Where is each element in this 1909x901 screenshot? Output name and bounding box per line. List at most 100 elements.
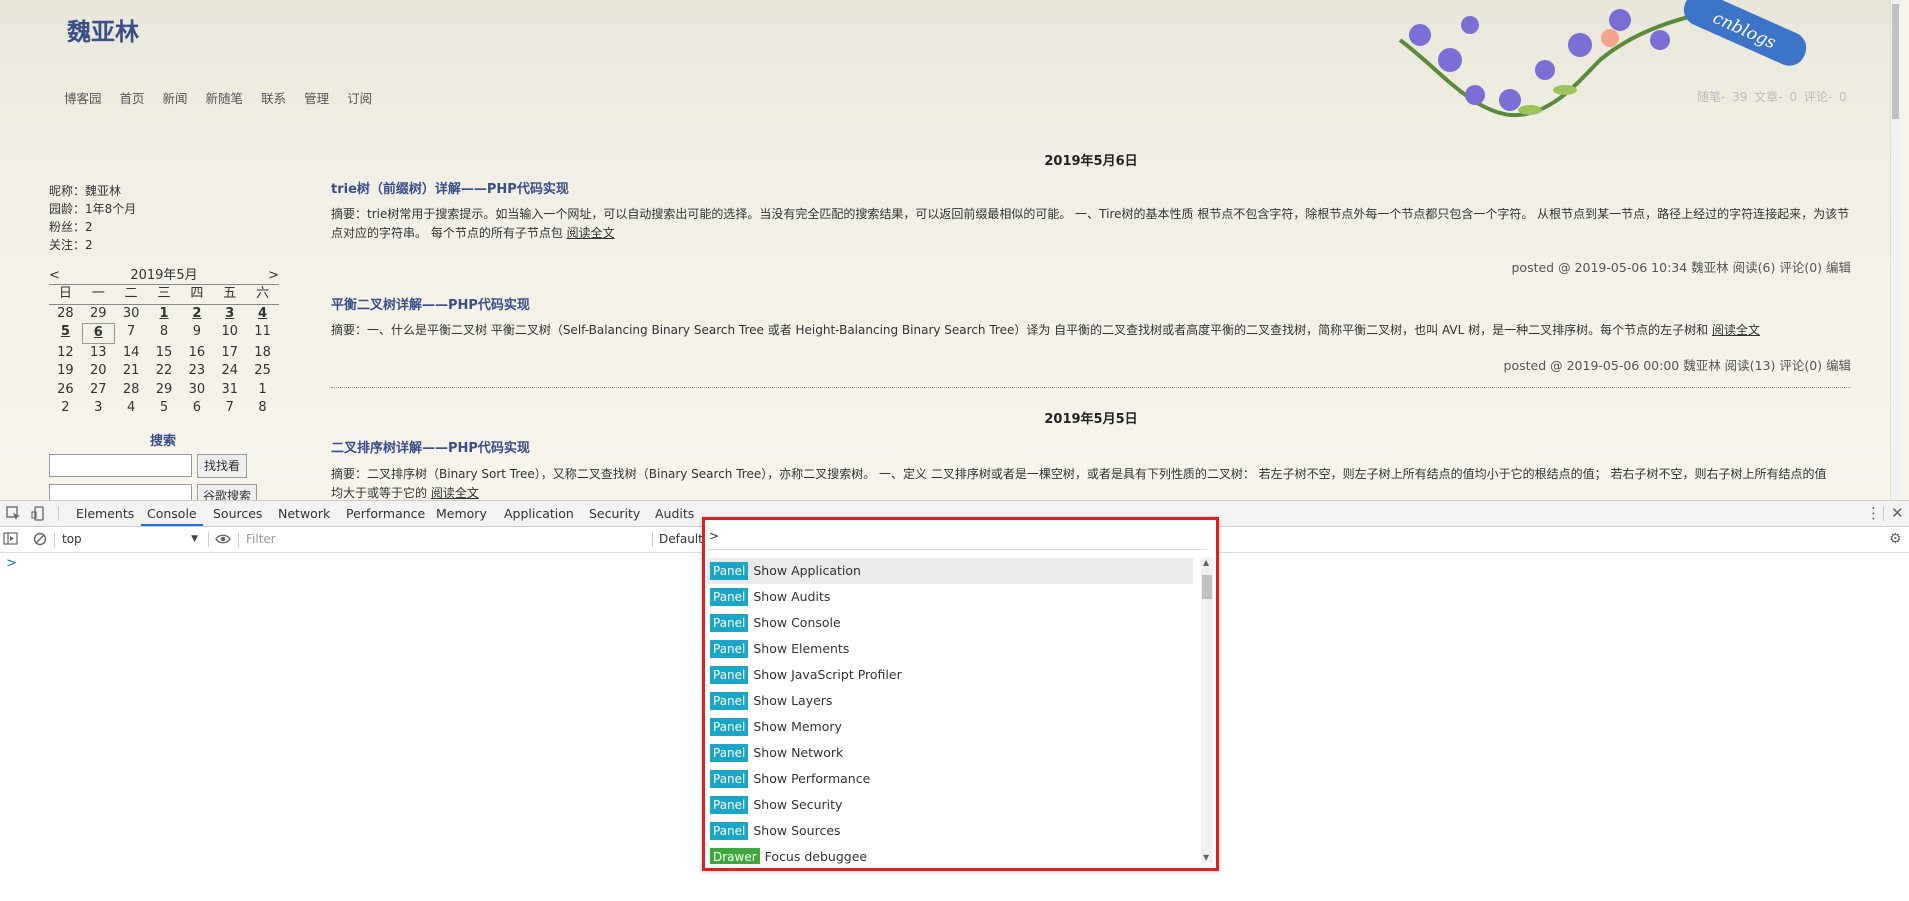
log-levels-dropdown[interactable]: Default [659, 530, 703, 548]
calendar-day: 27 [90, 381, 107, 397]
nav-home[interactable]: 首页 [120, 88, 145, 107]
nav-contact[interactable]: 联系 [261, 88, 286, 107]
command-item[interactable]: Panel Show Console [707, 610, 1193, 636]
calendar-prev-button[interactable]: < [49, 268, 60, 284]
command-item[interactable]: Panel Show Application [707, 558, 1193, 584]
read-more-link[interactable]: 阅读全文 [567, 226, 615, 240]
tab-application[interactable]: Application [498, 501, 580, 526]
command-item[interactable]: Panel Show Layers [707, 688, 1193, 714]
tab-network[interactable]: Network [272, 501, 336, 526]
calendar-weekday: 四 [180, 285, 214, 305]
command-item[interactable]: Panel Show Performance [707, 766, 1193, 792]
show-sidebar-icon[interactable] [3, 532, 18, 549]
command-label: Show Audits [753, 589, 831, 604]
tab-performance[interactable]: Performance [340, 501, 431, 526]
nav-new-post[interactable]: 新随笔 [206, 88, 244, 107]
calendar-weekday: 六 [246, 285, 279, 305]
scroll-down-arrow-icon[interactable]: ▼ [1203, 853, 1209, 862]
tab-security[interactable]: Security [583, 501, 646, 526]
profile-nickname: 昵称：魏亚林 [49, 184, 122, 198]
post-divider [331, 387, 1851, 388]
tab-audits[interactable]: Audits [649, 501, 700, 526]
search-title: 搜索 [150, 434, 177, 449]
search-button[interactable]: 找找看 [197, 454, 247, 478]
settings-gear-icon[interactable]: ⚙ [1889, 532, 1902, 547]
device-toolbar-icon[interactable] [31, 506, 46, 525]
command-item[interactable]: Panel Show JavaScript Profiler [707, 662, 1193, 688]
calendar-day: 7 [225, 400, 234, 415]
nav-news[interactable]: 新闻 [163, 88, 188, 107]
command-label: Show Application [753, 563, 861, 578]
clear-console-icon[interactable] [33, 532, 47, 550]
profile-following[interactable]: 关注：2 [49, 236, 279, 254]
nav-cnblogs[interactable]: 博客园 [64, 88, 102, 107]
calendar-day[interactable]: 3 [213, 305, 246, 324]
command-item[interactable]: Panel Show Elements [707, 636, 1193, 662]
command-item[interactable]: Panel Show Sources [707, 818, 1193, 844]
tab-sources[interactable]: Sources [207, 501, 268, 526]
read-more-link[interactable]: 阅读全文 [1712, 323, 1760, 337]
command-label: Show Performance [753, 771, 871, 786]
post-title[interactable]: 平衡二叉树详解——PHP代码实现 [331, 294, 530, 313]
calendar-day: 13 [90, 344, 107, 360]
command-menu-input[interactable]: > [709, 523, 1207, 550]
google-search-input[interactable] [49, 484, 192, 500]
toolbar-separator [652, 532, 653, 547]
dropdown-arrow-icon: ▼ [191, 534, 198, 544]
command-item[interactable]: Panel Show Network [707, 740, 1193, 766]
profile-followers[interactable]: 粉丝：2 [49, 218, 279, 236]
page-scrollbar-thumb[interactable] [1892, 4, 1899, 119]
nav-admin[interactable]: 管理 [304, 88, 329, 107]
calendar-day[interactable]: 2 [180, 305, 213, 324]
read-more-link[interactable]: 阅读全文 [431, 486, 479, 500]
command-item[interactable]: Panel Show Memory [707, 714, 1193, 740]
calendar-day: 18 [254, 344, 271, 360]
toolbar-separator [238, 532, 239, 547]
page-scrollbar[interactable] [1890, 0, 1900, 500]
calendar-day: 2 [61, 400, 70, 415]
calendar-day: 11 [254, 324, 271, 339]
more-options-icon[interactable]: ⋮ [1866, 506, 1881, 521]
profile-info: 昵称：魏亚林 园龄：1年8个月 粉丝：2 关注：2 [49, 182, 279, 254]
calendar-weekday: 二 [114, 285, 148, 305]
tab-console[interactable]: Console [141, 501, 203, 526]
calendar-day[interactable]: 1 [148, 305, 181, 324]
command-label: Show Network [753, 745, 844, 760]
inspect-element-icon[interactable] [6, 506, 21, 525]
command-category-badge: Panel [710, 796, 749, 814]
command-menu-scrollbar-thumb[interactable] [1202, 575, 1212, 599]
live-expression-eye-icon[interactable] [215, 533, 231, 549]
command-item[interactable]: Drawer Focus debuggee [707, 844, 1193, 864]
post-summary-line: 点对应的字符串。 每个节点的所有子节点包 [331, 226, 567, 240]
post-title[interactable]: 二叉排序树详解——PHP代码实现 [331, 437, 530, 456]
command-category-badge: Panel [710, 744, 749, 762]
scroll-up-arrow-icon[interactable]: ▲ [1203, 558, 1209, 567]
close-icon[interactable]: ✕ [1891, 506, 1904, 521]
calendar-weekday: 五 [213, 285, 247, 305]
google-search-button[interactable]: 谷歌搜索 [197, 484, 257, 500]
command-category-badge: Panel [710, 640, 749, 658]
calendar-day: 31 [221, 381, 238, 397]
calendar-today[interactable]: 6 [81, 323, 115, 344]
tab-separator [1883, 506, 1884, 521]
command-menu-scrollbar[interactable]: ▲ ▼ [1201, 557, 1213, 863]
profile-age: 园龄：1年8个月 [49, 202, 137, 216]
command-item[interactable]: Panel Show Audits [707, 584, 1193, 610]
console-filter-input[interactable]: Filter [246, 530, 650, 548]
post-summary-line: 摘要：一、什么是平衡二叉树 平衡二叉树（Self-Balancing Binar… [331, 323, 1712, 337]
calendar-day[interactable]: 5 [49, 323, 82, 342]
tab-memory[interactable]: Memory [430, 501, 493, 526]
context-selector[interactable]: top ▼ [62, 530, 198, 548]
calendar-day: 3 [94, 400, 103, 415]
command-category-badge: Panel [710, 666, 749, 684]
console-prompt[interactable]: > [6, 556, 17, 571]
calendar-day[interactable]: 4 [246, 305, 279, 324]
tab-elements[interactable]: Elements [70, 501, 140, 526]
command-item[interactable]: Panel Show Security [707, 792, 1193, 818]
blog-title[interactable]: 魏亚林 [67, 12, 139, 47]
search-input[interactable] [49, 454, 192, 477]
post-title[interactable]: trie树（前缀树）详解——PHP代码实现 [331, 178, 569, 197]
calendar-next-button[interactable]: > [268, 268, 279, 284]
nav-subscribe[interactable]: 订阅 [347, 88, 372, 107]
command-label: Show Console [753, 615, 841, 630]
